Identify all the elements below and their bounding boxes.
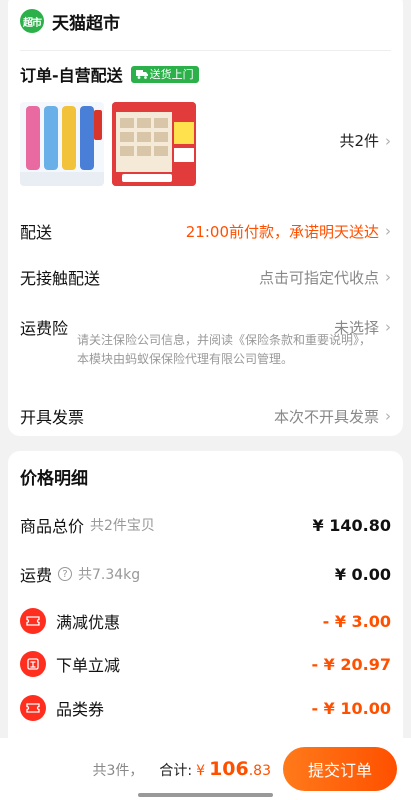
invoice-value-text: 本次不开具发票 — [273, 407, 379, 426]
contactless-value-text: 点击可指定代收点 — [258, 268, 379, 287]
store-header[interactable]: 超市 天猫超市 — [20, 7, 120, 35]
toothbrush-image — [20, 102, 104, 186]
item-count: 共3件， — [92, 763, 144, 779]
instant-discount-icon — [20, 651, 46, 677]
tissue-pack-image — [112, 102, 196, 186]
truck-icon — [135, 70, 148, 79]
insurance-notice: 请关注保险公司信息，并阅读《保险条款和重要说明》，本模块由蚂蚁保保险代理有限公司… — [77, 333, 372, 366]
invoice-row[interactable]: 开具发票 本次不开具发票 › — [20, 404, 391, 428]
product-count-label: 共2件 — [339, 132, 379, 150]
chevron-right-icon: › — [385, 318, 391, 336]
chevron-right-icon: › — [385, 268, 391, 286]
product-thumbnails[interactable] — [20, 102, 196, 186]
store-logo: 超市 — [20, 9, 44, 33]
checkout-bar: 共3件， 合计: ¥ 106 .83 提交订单 — [0, 738, 411, 800]
shipping-sub: 共7.34kg — [78, 567, 141, 583]
delivery-value: 21:00前付款，承诺明天送达 › — [186, 221, 391, 242]
category-coupon-label: 品类券 — [56, 700, 105, 719]
delivery-label: 配送 — [20, 223, 53, 242]
delivery-tag: 送货上门 — [130, 65, 199, 83]
divider — [20, 50, 391, 51]
contactless-value: 点击可指定代收点 › — [259, 267, 391, 288]
contactless-delivery-row[interactable]: 无接触配送 点击可指定代收点 › — [20, 265, 391, 289]
submit-order-button[interactable]: 提交订单 — [283, 747, 397, 791]
delivery-value-text: 21:00前付款，承诺明天送达 — [185, 222, 379, 241]
delivery-tag-label: 送货上门 — [149, 68, 194, 81]
order-type-row: 订单-自营配送 送货上门 — [20, 62, 199, 86]
goods-total-sub: 共2件宝贝 — [90, 518, 155, 534]
info-icon[interactable]: ? — [58, 567, 73, 581]
invoice-label: 开具发票 — [20, 408, 85, 427]
price-detail-title: 价格明细 — [20, 469, 88, 489]
product-image-tissue-pack[interactable] — [112, 102, 196, 186]
shipping-amount: ¥ 0.00 — [334, 564, 391, 584]
price-detail-card: 价格明细 商品总价 共2件宝贝 ¥ 140.80 运费 ? 共7.34kg ¥ … — [8, 451, 403, 751]
full-reduction-row[interactable]: 满减优惠 - ¥ 3.00 — [20, 608, 391, 634]
invoice-value: 本次不开具发票 › — [274, 406, 391, 427]
shipping-fee-row: 运费 ? 共7.34kg ¥ 0.00 — [20, 561, 391, 587]
total-integer: 106 — [209, 758, 249, 780]
chevron-right-icon: › — [385, 131, 391, 150]
insurance-label: 运费险 — [20, 319, 69, 338]
delivery-row[interactable]: 配送 21:00前付款，承诺明天送达 › — [20, 219, 391, 243]
order-discount-label: 下单立减 — [56, 656, 121, 675]
total-label: 合计: — [159, 763, 193, 779]
chevron-right-icon: › — [385, 222, 391, 240]
order-discount-row[interactable]: 下单立减 - ¥ 20.97 — [20, 651, 391, 677]
order-card: 超市 天猫超市 订单-自营配送 送货上门 共2件 › 配送 21:00前付款，承… — [8, 0, 403, 436]
order-title: 订单-自营配送 — [20, 66, 123, 85]
goods-total-row: 商品总价 共2件宝贝 ¥ 140.80 — [20, 512, 391, 538]
home-indicator — [138, 793, 273, 797]
full-reduction-label: 满减优惠 — [56, 613, 121, 632]
product-count[interactable]: 共2件 › — [339, 130, 391, 151]
contactless-label: 无接触配送 — [20, 269, 101, 288]
shipping-label: 运费 — [20, 566, 53, 585]
total-decimal: .83 — [248, 763, 271, 779]
category-coupon-amount: - ¥ 10.00 — [311, 698, 391, 718]
chevron-right-icon: › — [385, 407, 391, 425]
store-name: 天猫超市 — [52, 13, 120, 34]
category-coupon-row[interactable]: 品类券 - ¥ 10.00 — [20, 695, 391, 721]
coupon-icon — [20, 608, 46, 634]
order-summary: 共3件， 合计: ¥ 106 .83 — [93, 758, 272, 780]
goods-total-amount: ¥ 140.80 — [312, 515, 391, 535]
order-discount-amount: - ¥ 20.97 — [311, 654, 391, 674]
full-reduction-amount: - ¥ 3.00 — [322, 611, 391, 631]
goods-total-label: 商品总价 — [20, 517, 85, 536]
currency-symbol: ¥ — [196, 763, 206, 779]
product-image-toothbrush[interactable] — [20, 102, 104, 186]
coupon-icon — [20, 695, 46, 721]
